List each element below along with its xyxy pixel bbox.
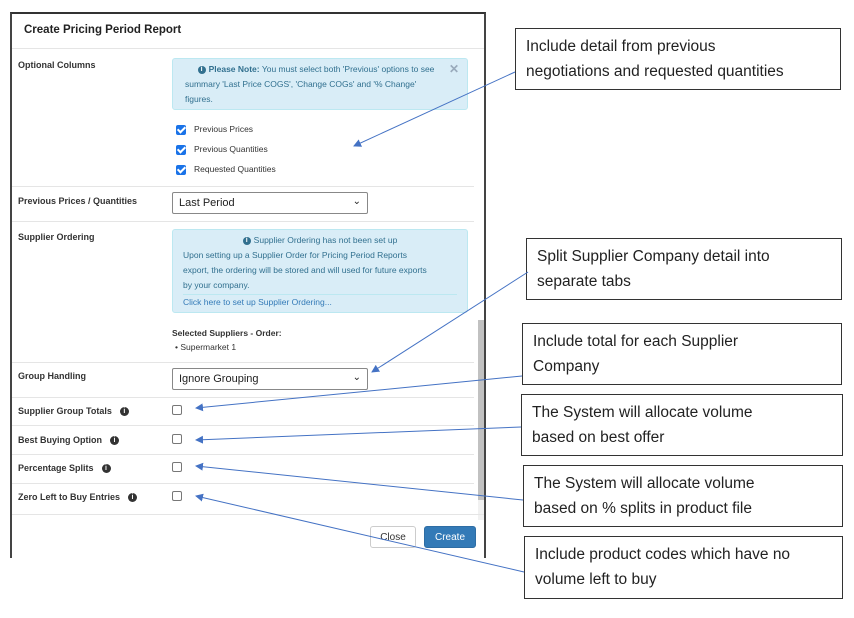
arrow-zero-left [195,493,525,573]
arrow-supplier-totals [195,375,523,412]
annotation-arrows [195,71,529,573]
arrow-previous-detail [353,71,516,147]
arrow-best-offer [195,426,522,444]
arrow-split-tabs [371,271,529,373]
arrow-percent-splits [195,462,524,501]
